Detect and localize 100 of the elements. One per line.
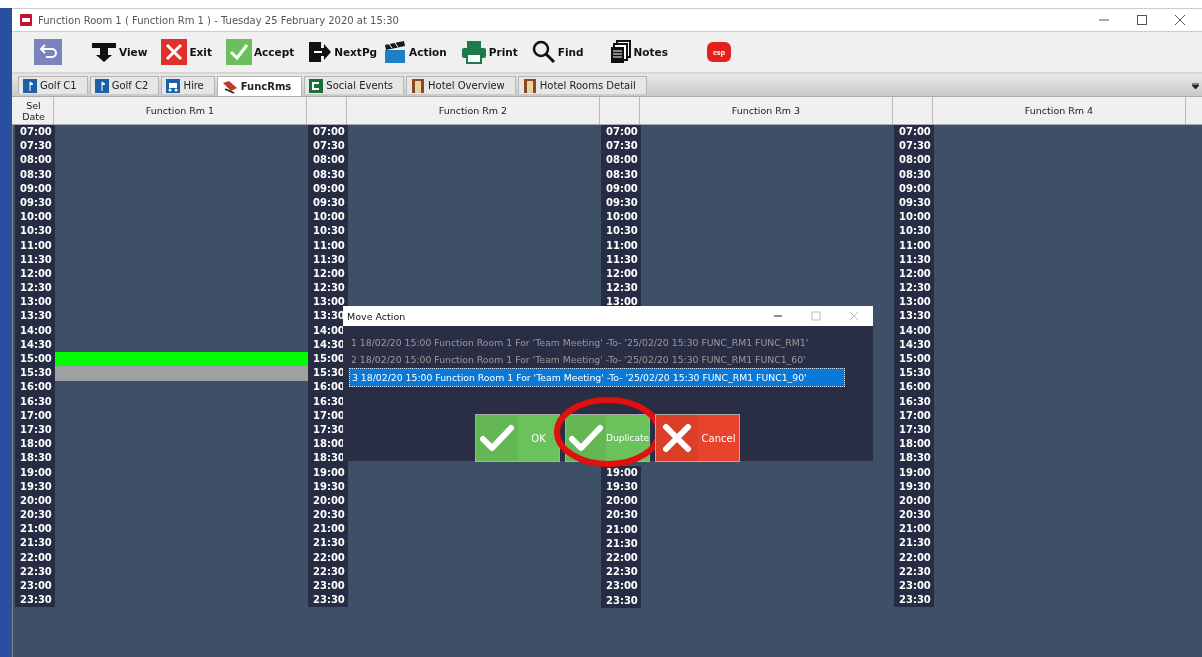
time-label: 11:00 [898,238,932,253]
flag-icon [94,78,109,93]
exit-button[interactable]: Exit [158,39,215,65]
cart-icon [166,78,181,93]
tab[interactable]: FuncRms [216,76,303,96]
close-icon [849,311,859,321]
booking-bar[interactable] [55,352,308,367]
time-label: 21:00 [19,522,53,537]
time-label: 13:00 [19,295,53,310]
time-label: 19:30 [605,480,639,495]
tab[interactable]: Hotel Rooms Detail [517,76,647,94]
time-label: 08:00 [898,153,932,168]
maximize-icon [811,311,821,321]
tab[interactable]: Hotel Overview [406,76,516,94]
time-label: 09:00 [19,181,53,196]
time-label: 20:30 [19,508,53,523]
column-header[interactable]: Function Rm 3 [640,97,893,124]
time-label: 12:00 [19,266,53,281]
notes-button[interactable]: Notes [606,40,671,64]
time-label: 23:30 [898,593,932,608]
time-label: 20:00 [19,493,53,508]
time-label: 19:00 [19,465,53,480]
tab[interactable]: Hire [161,76,215,94]
cancel-button[interactable]: Cancel [655,414,740,462]
next-button[interactable]: NextPg [305,40,381,64]
c-sign-icon [309,78,324,93]
time-label: 15:00 [898,352,932,366]
time-label: 13:00 [605,295,639,310]
list-item[interactable]: 2 18/02/20 15:00 Function Room 1 For 'Team Meeting' -To- '25/02/20 15:30 FUNC_RM1 FUNC1_60' [349,351,845,368]
column-header[interactable]: Function Rm 4 [933,97,1186,124]
time-label: 18:00 [898,437,932,452]
time-label: 12:30 [312,281,346,296]
time-label: 21:30 [19,536,53,551]
time-label: 22:00 [312,550,346,565]
time-label: 20:30 [312,508,346,523]
print-button[interactable]: Print [457,40,521,64]
time-label: 08:00 [605,153,639,168]
door-icon [522,78,537,93]
pen-icon [221,79,238,94]
time-label: 08:30 [312,167,346,182]
time-label: 21:30 [898,536,932,551]
time-label: 07:30 [898,139,932,154]
time-label: 13:00 [312,295,346,310]
time-label: 23:30 [19,593,53,608]
find-button[interactable]: Find [528,40,587,64]
check-icon [476,415,518,461]
time-label: 10:00 [605,210,639,225]
view-button[interactable]: View [88,41,151,63]
return-arrow-icon [38,44,58,60]
time-label: 12:30 [19,281,53,296]
tab[interactable]: Golf C2 [89,76,160,94]
time-label: 16:30 [898,394,932,409]
time-label: 07:00 [312,125,346,139]
tab[interactable]: Social Events [304,76,404,94]
x-icon [161,39,188,65]
list-item[interactable]: 1 18/02/20 15:00 Function Room 1 For 'Team Meeting' -To- '25/02/20 15:30 FUNC_RM1 FUNC_RM1' [349,334,845,351]
column-header[interactable]: Function Rm 2 [347,97,600,124]
time-label: 09:30 [898,195,932,210]
time-label: 10:00 [19,210,53,225]
time-label: 23:00 [312,579,346,593]
time-label: 08:30 [605,167,639,182]
search-icon [531,40,556,64]
x-icon [656,415,698,461]
time-label: 11:00 [19,238,53,253]
time-label: 21:30 [605,536,639,551]
time-label: 07:00 [898,125,932,139]
time-label: 14:30 [19,337,53,352]
time-label: 20:30 [898,508,932,523]
time-label: 14:00 [898,323,932,338]
time-label: 07:00 [19,125,53,139]
window-title: Function Room 1 ( Function Rm 1 ) - Tuesday 25 February 2020 at 15:30 [38,14,399,26]
back-button[interactable] [34,39,62,65]
accept-button[interactable]: Accept [222,39,298,65]
time-label: 10:30 [19,224,53,239]
app-icon [20,14,32,26]
time-label: 22:00 [898,550,932,565]
time-label: 10:30 [312,224,346,239]
time-label: 22:30 [19,564,53,579]
time-label: 09:00 [605,181,639,196]
time-label: 12:30 [605,281,639,296]
time-label: 18:30 [19,451,53,466]
time-label: 22:30 [312,564,346,579]
maximize-icon[interactable] [1136,14,1148,26]
time-label: 23:00 [605,579,639,594]
column-header[interactable]: Function Rm 1 [54,97,307,124]
time-label: 17:30 [898,422,932,437]
time-label: 07:30 [605,139,639,154]
time-label: 10:00 [898,210,932,225]
time-label: 08:30 [19,167,53,182]
list-item[interactable]: 3 18/02/20 15:00 Function Room 1 For 'Team Meeting' -To- '25/02/20 15:30 FUNC_RM1 FUNC1_90' [349,368,845,387]
door-icon [411,78,425,93]
time-label: 15:30 [19,366,53,381]
time-label: 11:30 [605,252,639,267]
time-label: 15:30 [898,366,932,381]
time-label: 19:00 [605,465,639,480]
action-button[interactable]: Action [380,40,450,64]
time-label: 19:00 [898,465,932,480]
tab[interactable]: Golf C1 [18,76,88,94]
close-icon[interactable] [1174,14,1186,26]
dropdown-icon[interactable] [1192,83,1199,89]
